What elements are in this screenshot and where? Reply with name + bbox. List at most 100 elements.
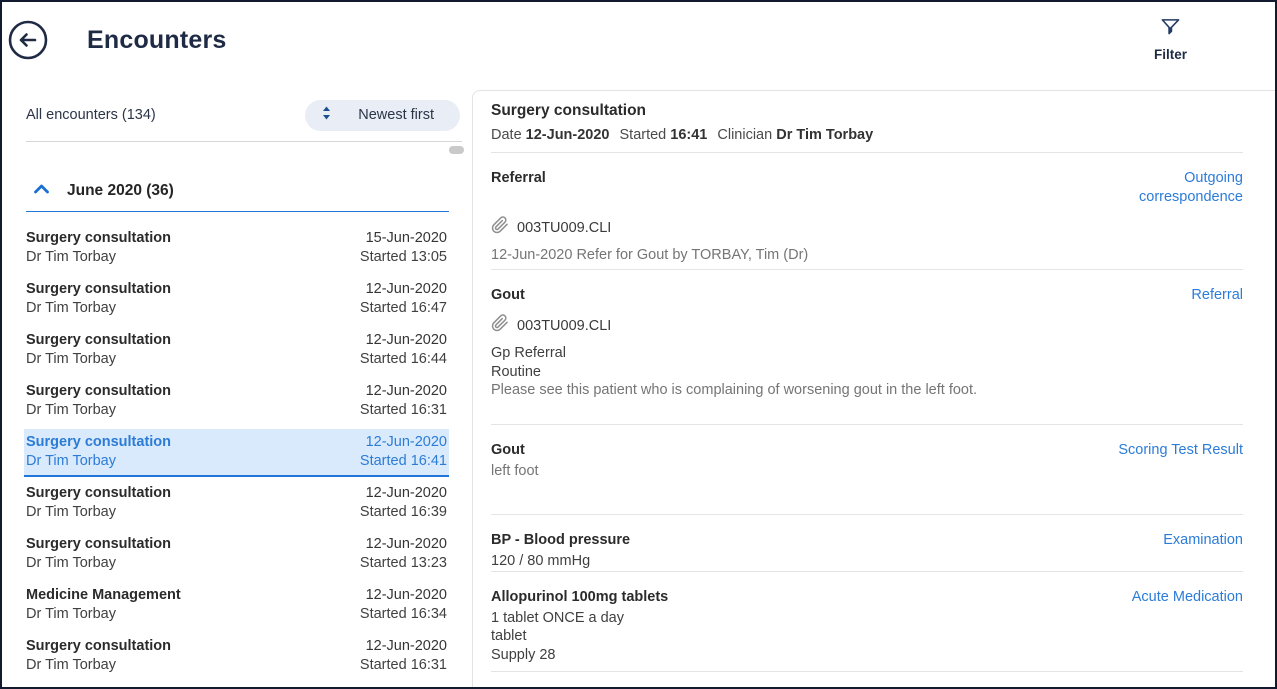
encounter-type: Surgery consultation: [26, 484, 171, 503]
list-item[interactable]: Surgery consultation Dr Tim Torbay 12-Ju…: [24, 429, 449, 477]
app-header: Encounters Filter: [2, 2, 1275, 90]
meta-label: Started: [620, 127, 671, 143]
encounter-type: Surgery consultation: [26, 433, 171, 452]
section-category-link[interactable]: Acute Medication: [1132, 588, 1243, 607]
content-split: All encounters (134) Newest first: [2, 90, 1275, 687]
attachment-name: 003TU009.CLI: [517, 318, 611, 334]
sort-label: Newest first: [358, 107, 434, 123]
attachment-row[interactable]: 003TU009.CLI: [491, 314, 1243, 337]
list-item[interactable]: Surgery consultation 12-Jun-2020: [24, 684, 449, 687]
section-text-line: 120 / 80 mmHg: [491, 552, 1243, 571]
group-label: June 2020 (36): [67, 182, 174, 200]
chevron-up-icon: [33, 182, 50, 200]
encounter-type: Surgery consultation: [26, 280, 171, 299]
meta-value: Dr Tim Torbay: [776, 127, 873, 143]
sort-button[interactable]: Newest first: [305, 100, 460, 131]
encounter-started-time: Started 13:05: [360, 248, 447, 267]
encounter-started-time: Started 16:31: [360, 401, 447, 420]
encounter-type: Surgery consultation: [26, 229, 171, 248]
meta-value: 12-Jun-2020: [526, 127, 610, 143]
filter-button[interactable]: Filter: [1154, 16, 1187, 62]
encounter-started-time: Started 13:23: [360, 554, 447, 573]
section-lines: Gp ReferralRoutinePlease see this patien…: [491, 344, 1243, 400]
list-item[interactable]: Surgery consultation Dr Tim Torbay 15-Ju…: [24, 225, 449, 271]
detail-title: Surgery consultation: [491, 102, 1243, 120]
toolbar-divider: [26, 141, 462, 142]
encounter-clinician: Dr Tim Torbay: [26, 554, 171, 573]
encounter-date: 15-Jun-2020: [360, 229, 447, 248]
list-item[interactable]: Surgery consultation Dr Tim Torbay 12-Ju…: [24, 378, 449, 424]
section-title: Referral: [491, 169, 546, 188]
encounter-started-time: Started 16:31: [360, 656, 447, 675]
list-item[interactable]: Surgery consultation Dr Tim Torbay 12-Ju…: [24, 327, 449, 373]
detail-sections: Referral Outgoing correspondence 003TU00…: [491, 153, 1243, 672]
encounter-date: 12-Jun-2020: [360, 586, 447, 605]
scrollbar-thumb[interactable]: [449, 146, 464, 154]
encounter-clinician: Dr Tim Torbay: [26, 503, 171, 522]
encounter-clinician: Dr Tim Torbay: [26, 248, 171, 267]
encounter-clinician: Dr Tim Torbay: [26, 350, 171, 369]
sort-arrows-icon: [321, 105, 332, 125]
encounter-date: 12-Jun-2020: [360, 433, 447, 452]
encounter-started-time: Started 16:39: [360, 503, 447, 522]
group-header-june-2020[interactable]: June 2020 (36): [33, 182, 472, 200]
section-title: Gout: [491, 286, 525, 305]
section-category-link[interactable]: Examination: [1163, 531, 1243, 550]
meta-label: Date: [491, 127, 526, 143]
detail-meta: Date 12-Jun-2020 Started 16:41 Clinician D…: [491, 127, 1243, 143]
list-item[interactable]: Surgery consultation Dr Tim Torbay 12-Ju…: [24, 633, 449, 679]
arrow-left-circle-icon: [7, 49, 49, 64]
section-category-link[interactable]: Scoring Test Result: [1118, 441, 1243, 460]
encounter-type: Medicine Management: [26, 586, 181, 605]
section-text-line: Supply 28: [491, 646, 1243, 665]
list-item[interactable]: Medicine Management Dr Tim Torbay 12-Jun…: [24, 582, 449, 628]
detail-section: Referral Outgoing correspondence 003TU00…: [491, 153, 1243, 270]
encounter-date: 12-Jun-2020: [360, 331, 447, 350]
encounter-type: Surgery consultation: [26, 382, 171, 401]
section-text-line: Gp Referral: [491, 344, 1243, 363]
back-button[interactable]: [7, 19, 49, 61]
section-text-line: 12-Jun-2020 Refer for Gout by TORBAY, Ti…: [491, 246, 1243, 265]
list-item[interactable]: Surgery consultation Dr Tim Torbay 12-Ju…: [24, 480, 449, 526]
encounters-window: Encounters Filter All encounters (134): [0, 0, 1277, 689]
encounter-clinician: Dr Tim Torbay: [26, 401, 171, 420]
encounter-clinician: Dr Tim Torbay: [26, 299, 171, 318]
section-text-line: Please see this patient who is complaini…: [491, 381, 1243, 400]
paperclip-icon: [491, 314, 509, 337]
section-lines: 1 tablet ONCE a daytabletSupply 28: [491, 609, 1243, 665]
section-title: Allopurinol 100mg tablets: [491, 588, 668, 607]
list-item[interactable]: Surgery consultation Dr Tim Torbay 12-Ju…: [24, 276, 449, 322]
attachment-name: 003TU009.CLI: [517, 220, 611, 236]
encounter-list-panel: All encounters (134) Newest first: [2, 90, 472, 687]
encounter-clinician: Dr Tim Torbay: [26, 452, 171, 471]
encounter-started-time: Started 16:34: [360, 605, 447, 624]
section-lines: left foot: [491, 462, 1243, 481]
meta-value: 16:41: [670, 127, 707, 143]
list-item[interactable]: Surgery consultation Dr Tim Torbay 12-Ju…: [24, 531, 449, 577]
encounter-type: Surgery consultation: [26, 535, 171, 554]
funnel-icon: [1159, 16, 1182, 44]
section-title: Gout: [491, 441, 525, 460]
encounter-date: 12-Jun-2020: [360, 637, 447, 656]
encounter-date: 12-Jun-2020: [360, 535, 447, 554]
section-text-line: 1 tablet ONCE a day: [491, 609, 1243, 628]
encounter-started-time: Started 16:44: [360, 350, 447, 369]
encounter-clinician: Dr Tim Torbay: [26, 656, 171, 675]
encounter-started-time: Started 16:41: [360, 452, 447, 471]
section-lines: 120 / 80 mmHg: [491, 552, 1243, 571]
page-title: Encounters: [87, 26, 227, 55]
section-category-link[interactable]: Referral: [1191, 286, 1243, 305]
encounter-date: 12-Jun-2020: [360, 280, 447, 299]
section-category-link[interactable]: Outgoing correspondence: [1093, 169, 1243, 207]
meta-label: Clinician: [717, 127, 776, 143]
encounter-started-time: Started 16:47: [360, 299, 447, 318]
detail-section: Gout Referral 003TU009.CLI Gp ReferralRo…: [491, 270, 1243, 425]
encounter-type: Surgery consultation: [26, 331, 171, 350]
paperclip-icon: [491, 216, 509, 239]
detail-section: Gout Scoring Test Result left foot: [491, 425, 1243, 515]
encounter-type: Surgery consultation: [26, 637, 171, 656]
encounter-list: Surgery consultation Dr Tim Torbay 15-Ju…: [24, 225, 472, 687]
detail-header: Surgery consultation Date 12-Jun-2020 Sta…: [491, 102, 1243, 153]
attachment-row[interactable]: 003TU009.CLI: [491, 216, 1243, 239]
list-toolbar: All encounters (134) Newest first: [24, 90, 472, 132]
